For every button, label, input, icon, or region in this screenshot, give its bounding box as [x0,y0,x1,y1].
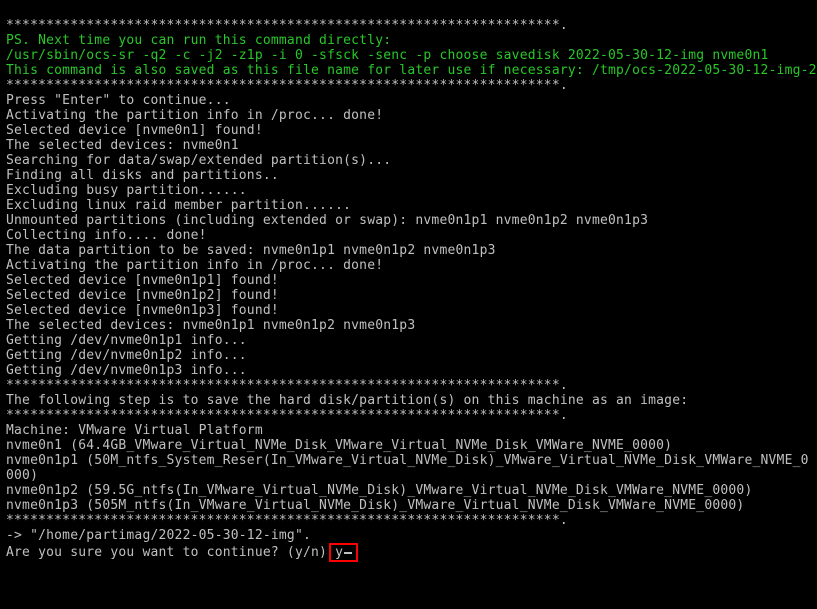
hint-command: /usr/sbin/ocs-sr -q2 -c -j2 -z1p -i 0 -s… [6,48,769,63]
press-enter-prompt: Press "Enter" to continue... [6,93,231,108]
hint-next-time: PS. Next time you can run this command d… [6,33,391,48]
disk-info: nvme0n1p3 (505M_ntfs(In_VMware_Virtual_N… [6,498,744,513]
status-line: The selected devices: nvme0n1 [6,138,239,153]
disk-info: nvme0n1 (64.4GB_VMware_Virtual_NVMe_Disk… [6,438,672,453]
status-line: Getting /dev/nvme0n1p1 info... [6,333,247,348]
status-line: Selected device [nvme0n1p1] found! [6,273,279,288]
status-line: Finding all disks and partitions.. [6,168,279,183]
status-line: Selected device [nvme0n1] found! [6,123,263,138]
separator-line: ****************************************… [6,18,568,33]
status-line: The data partition to be saved: nvme0n1p… [6,243,496,258]
status-line: Searching for data/swap/extended partiti… [6,153,391,168]
disk-info: nvme0n1p1 (50M_ntfs_System_Reser(In_VMwa… [6,453,809,468]
disk-info: nvme0n1p2 (59.5G_ntfs(In_VMware_Virtual_… [6,483,752,498]
confirm-input-highlight[interactable]: y [329,543,358,562]
separator-line: ****************************************… [6,378,568,393]
status-line: Selected device [nvme0n1p3] found! [6,303,279,318]
text-cursor [344,552,352,554]
status-line: Unmounted partitions (including extended… [6,213,648,228]
status-line: Getting /dev/nvme0n1p3 info... [6,363,247,378]
status-line: Activating the partition info in /proc..… [6,258,383,273]
status-line: Excluding linux raid member partition...… [6,198,351,213]
confirm-prompt: Are you sure you want to continue? (y/n) [6,545,327,560]
status-line: Selected device [nvme0n1p2] found! [6,288,279,303]
hint-saved-file: This command is also saved as this file … [6,63,817,78]
target-path: -> "/home/partimag/2022-05-30-12-img". [6,528,311,543]
disk-info: 000) [6,468,38,483]
following-step-msg: The following step is to save the hard d… [6,393,688,408]
separator-line: ****************************************… [6,513,568,528]
status-line: The selected devices: nvme0n1p1 nvme0n1p… [6,318,415,333]
status-line: Collecting info.... done! [6,228,207,243]
status-line: Excluding busy partition...... [6,183,247,198]
machine-info: Machine: VMware Virtual Platform [6,423,263,438]
status-line: Getting /dev/nvme0n1p2 info... [6,348,247,363]
confirm-input-value[interactable]: y [335,545,343,560]
status-line: Activating the partition info in /proc..… [6,108,383,123]
separator-line: ****************************************… [6,78,568,93]
separator-line: ****************************************… [6,408,568,423]
terminal-output[interactable]: ****************************************… [0,0,817,580]
